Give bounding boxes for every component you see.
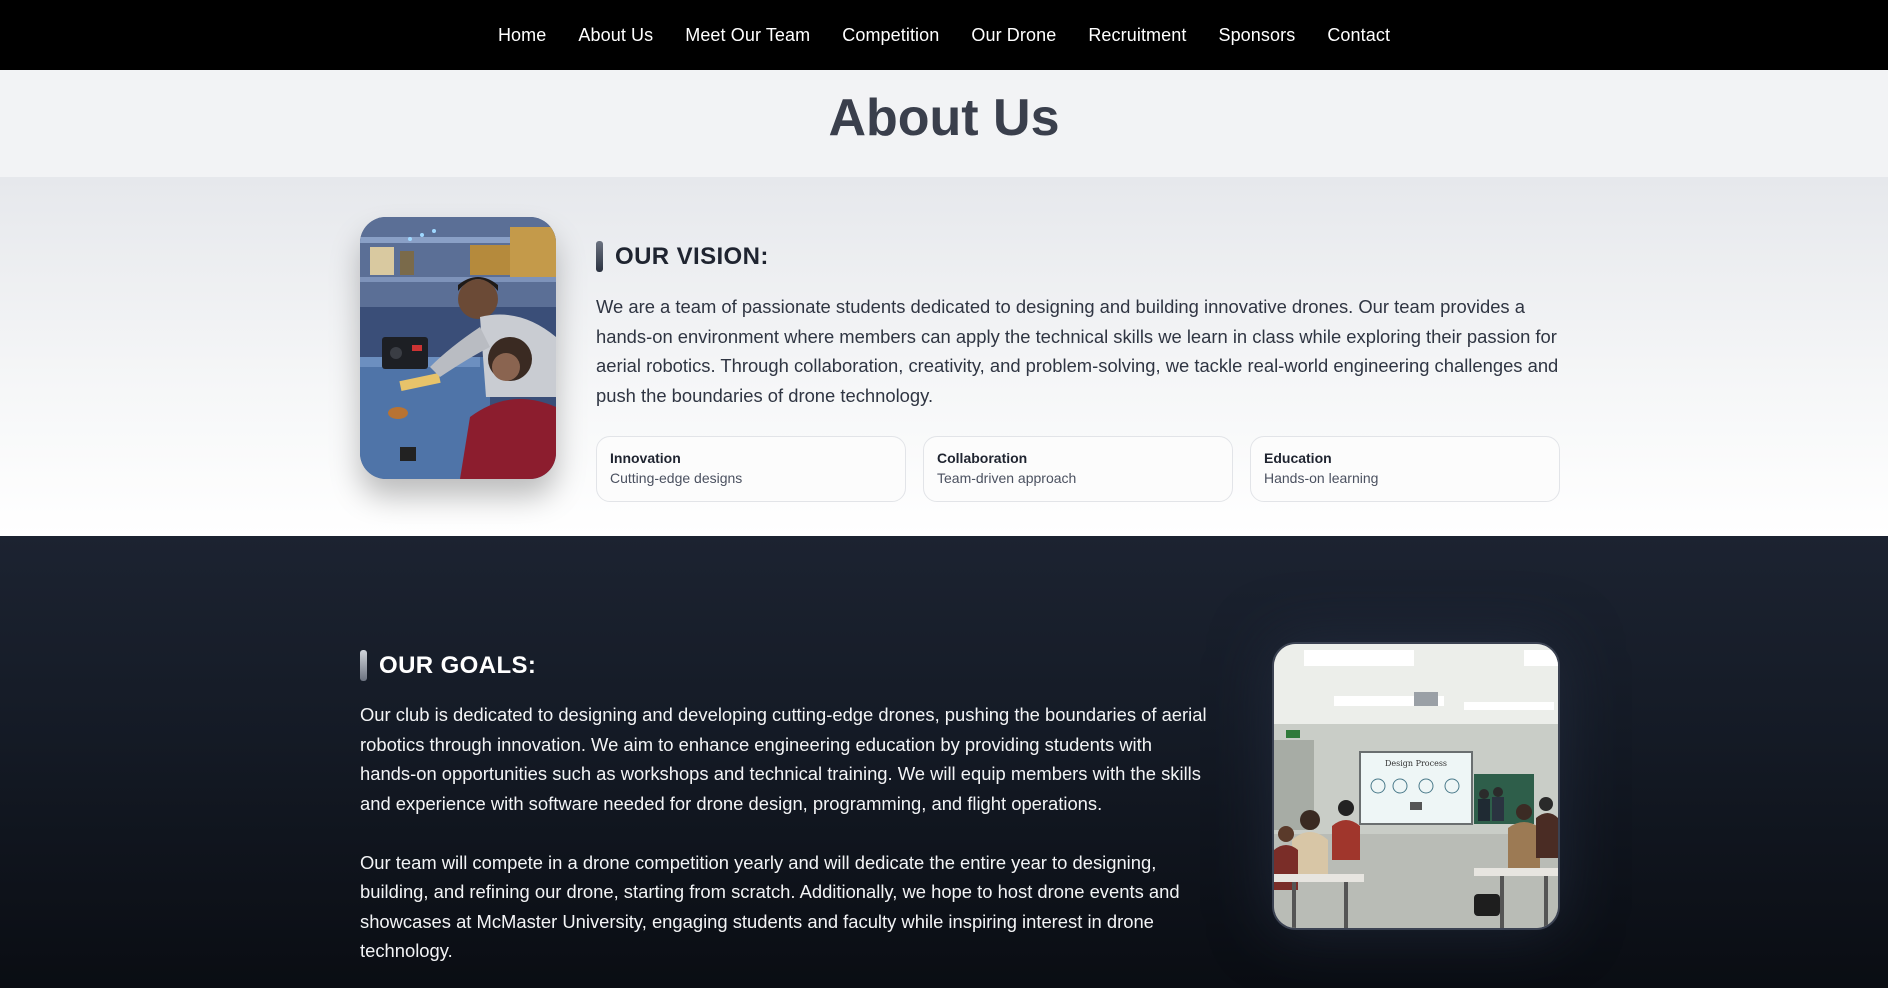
slide-title: Design Process — [1385, 759, 1447, 768]
nav-contact-link[interactable]: Contact — [1327, 25, 1390, 46]
vision-content: OUR VISION: We are a team of passionate … — [596, 241, 1561, 502]
card-subtitle: Cutting-edge designs — [610, 470, 743, 486]
goals-text: Our club is dedicated to designing and d… — [360, 700, 1210, 966]
page-title: About Us — [828, 88, 1060, 147]
card-title: Collaboration — [937, 450, 1028, 466]
card-title: Innovation — [610, 450, 681, 466]
value-card-education: Education Hands-on learning — [1250, 436, 1560, 502]
heading-accent-bar — [360, 650, 367, 681]
nav-sponsors-link[interactable]: Sponsors — [1218, 25, 1295, 46]
nav-team-link[interactable]: Meet Our Team — [685, 25, 810, 46]
vision-paragraph: We are a team of passionate students ded… — [596, 296, 1559, 406]
goals-paragraph-2: Our team will compete in a drone competi… — [360, 851, 1180, 962]
nav-home-link[interactable]: Home — [498, 25, 546, 46]
card-title: Education — [1264, 450, 1332, 466]
heading-accent-bar — [596, 241, 603, 272]
classroom-photo: Design Process — [1272, 642, 1560, 930]
nav-about-link[interactable]: About Us — [578, 25, 653, 46]
top-navigation: Home About Us Meet Our Team Competition … — [0, 0, 1888, 70]
goals-heading-text: OUR GOALS: — [379, 651, 537, 679]
workshop-photo — [360, 217, 556, 479]
goals-heading: OUR GOALS: — [360, 650, 1210, 681]
vision-heading-text: OUR VISION: — [615, 242, 769, 270]
page-hero: About Us — [0, 70, 1888, 177]
nav-drone-link[interactable]: Our Drone — [971, 25, 1056, 46]
nav-competition-link[interactable]: Competition — [842, 25, 939, 46]
value-card-innovation: Innovation Cutting-edge designs — [596, 436, 906, 502]
vision-heading: OUR VISION: — [596, 241, 1561, 272]
card-subtitle: Team-driven approach — [937, 470, 1077, 486]
value-cards: Innovation Cutting-edge designs Collabor… — [596, 436, 1561, 502]
goals-content: OUR GOALS: Our club is dedicated to desi… — [360, 650, 1210, 966]
vision-section: OUR VISION: We are a team of passionate … — [0, 177, 1888, 536]
nav-recruitment-link[interactable]: Recruitment — [1088, 25, 1186, 46]
goals-section: OUR GOALS: Our club is dedicated to desi… — [0, 536, 1888, 988]
goals-paragraph-1: Our club is dedicated to designing and d… — [360, 704, 1207, 814]
card-subtitle: Hands-on learning — [1264, 470, 1379, 486]
value-card-collaboration: Collaboration Team-driven approach — [923, 436, 1233, 502]
